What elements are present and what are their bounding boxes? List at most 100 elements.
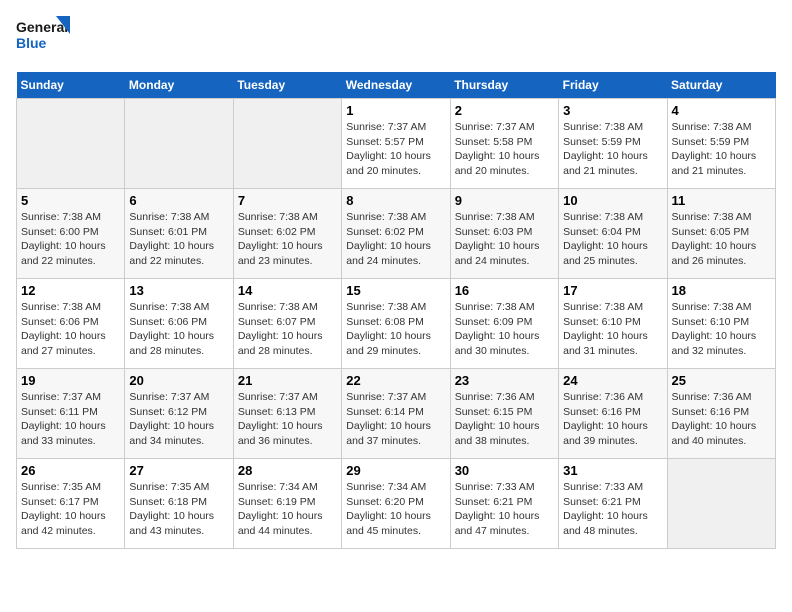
calendar-cell: 5Sunrise: 7:38 AM Sunset: 6:00 PM Daylig…: [17, 189, 125, 279]
weekday-header-saturday: Saturday: [667, 72, 775, 99]
weekday-header-tuesday: Tuesday: [233, 72, 341, 99]
day-number: 7: [238, 193, 337, 208]
day-info: Sunrise: 7:37 AM Sunset: 5:57 PM Dayligh…: [346, 120, 445, 179]
day-number: 28: [238, 463, 337, 478]
calendar-cell: 15 Sunrise: 7:38 AM Sunset: 6:08 PM Dayli…: [342, 279, 450, 369]
day-number: 27: [129, 463, 228, 478]
day-number: 23: [455, 373, 554, 388]
day-number: 25: [672, 373, 771, 388]
svg-text:Blue: Blue: [16, 35, 47, 51]
calendar-cell: 30Sunrise: 7:33 AM Sunset: 6:21 PM Dayli…: [450, 459, 558, 549]
day-info: Sunrise: 7:35 AM Sunset: 6:17 PM Dayligh…: [21, 480, 120, 539]
calendar-cell: 3 Sunrise: 7:38 AM Sunset: 5:59 PM Daylig…: [559, 99, 667, 189]
calendar-cell: 24 Sunrise: 7:36 AM Sunset: 6:16 PM Dayli…: [559, 369, 667, 459]
calendar-cell: 2Sunrise: 7:37 AM Sunset: 5:58 PM Daylig…: [450, 99, 558, 189]
header: GeneralBlue: [16, 16, 776, 60]
day-number: 17: [563, 283, 662, 298]
calendar-cell: 22Sunrise: 7:37 AM Sunset: 6:14 PM Dayli…: [342, 369, 450, 459]
day-info: Sunrise: 7:38 AM Sunset: 6:02 PM Dayligh…: [238, 210, 337, 269]
week-row-3: 19 Sunrise: 7:37 AM Sunset: 6:11 PM Dayli…: [17, 369, 776, 459]
day-info: Sunrise: 7:38 AM Sunset: 6:04 PM Dayligh…: [563, 210, 662, 269]
weekday-header-friday: Friday: [559, 72, 667, 99]
day-number: 3: [563, 103, 662, 118]
day-number: 13: [129, 283, 228, 298]
calendar-cell: [667, 459, 775, 549]
day-info: Sunrise: 7:38 AM Sunset: 5:59 PM Dayligh…: [672, 120, 771, 179]
day-number: 4: [672, 103, 771, 118]
day-info: Sunrise: 7:38 AM Sunset: 6:01 PM Dayligh…: [129, 210, 228, 269]
day-info: Sunrise: 7:38 AM Sunset: 6:00 PM Dayligh…: [21, 210, 120, 269]
day-info: Sunrise: 7:34 AM Sunset: 6:19 PM Dayligh…: [238, 480, 337, 539]
day-number: 9: [455, 193, 554, 208]
calendar-cell: 10Sunrise: 7:38 AM Sunset: 6:04 PM Dayli…: [559, 189, 667, 279]
calendar-cell: 20 Sunrise: 7:37 AM Sunset: 6:12 PM Dayli…: [125, 369, 233, 459]
day-number: 21: [238, 373, 337, 388]
day-info: Sunrise: 7:38 AM Sunset: 6:02 PM Dayligh…: [346, 210, 445, 269]
weekday-header-monday: Monday: [125, 72, 233, 99]
day-info: Sunrise: 7:38 AM Sunset: 6:05 PM Dayligh…: [672, 210, 771, 269]
calendar-cell: 21Sunrise: 7:37 AM Sunset: 6:13 PM Dayli…: [233, 369, 341, 459]
calendar-cell: 9 Sunrise: 7:38 AM Sunset: 6:03 PM Daylig…: [450, 189, 558, 279]
day-info: Sunrise: 7:38 AM Sunset: 6:10 PM Dayligh…: [563, 300, 662, 359]
calendar-cell: 26Sunrise: 7:35 AM Sunset: 6:17 PM Dayli…: [17, 459, 125, 549]
day-info: Sunrise: 7:38 AM Sunset: 6:06 PM Dayligh…: [129, 300, 228, 359]
day-info: Sunrise: 7:38 AM Sunset: 6:08 PM Dayligh…: [346, 300, 445, 359]
calendar-cell: 17 Sunrise: 7:38 AM Sunset: 6:10 PM Dayli…: [559, 279, 667, 369]
day-info: Sunrise: 7:33 AM Sunset: 6:21 PM Dayligh…: [563, 480, 662, 539]
calendar-cell: 28 Sunrise: 7:34 AM Sunset: 6:19 PM Dayli…: [233, 459, 341, 549]
week-row-0: 1 Sunrise: 7:37 AM Sunset: 5:57 PM Daylig…: [17, 99, 776, 189]
weekday-header-thursday: Thursday: [450, 72, 558, 99]
day-info: Sunrise: 7:38 AM Sunset: 5:59 PM Dayligh…: [563, 120, 662, 179]
calendar-header: SundayMondayTuesdayWednesdayThursdayFrid…: [17, 72, 776, 99]
day-number: 1: [346, 103, 445, 118]
day-number: 29: [346, 463, 445, 478]
day-number: 31: [563, 463, 662, 478]
week-row-2: 12 Sunrise: 7:38 AM Sunset: 6:06 PM Dayli…: [17, 279, 776, 369]
day-info: Sunrise: 7:37 AM Sunset: 5:58 PM Dayligh…: [455, 120, 554, 179]
calendar-cell: 8Sunrise: 7:38 AM Sunset: 6:02 PM Daylig…: [342, 189, 450, 279]
day-info: Sunrise: 7:38 AM Sunset: 6:06 PM Dayligh…: [21, 300, 120, 359]
calendar-table: SundayMondayTuesdayWednesdayThursdayFrid…: [16, 72, 776, 549]
calendar-cell: 16Sunrise: 7:38 AM Sunset: 6:09 PM Dayli…: [450, 279, 558, 369]
day-number: 14: [238, 283, 337, 298]
calendar-cell: [233, 99, 341, 189]
day-number: 12: [21, 283, 120, 298]
calendar-cell: 27 Sunrise: 7:35 AM Sunset: 6:18 PM Dayli…: [125, 459, 233, 549]
weekday-header-wednesday: Wednesday: [342, 72, 450, 99]
day-number: 24: [563, 373, 662, 388]
day-info: Sunrise: 7:38 AM Sunset: 6:03 PM Dayligh…: [455, 210, 554, 269]
week-row-4: 26Sunrise: 7:35 AM Sunset: 6:17 PM Dayli…: [17, 459, 776, 549]
day-number: 15: [346, 283, 445, 298]
calendar-cell: 31 Sunrise: 7:33 AM Sunset: 6:21 PM Dayli…: [559, 459, 667, 549]
calendar-cell: 6 Sunrise: 7:38 AM Sunset: 6:01 PM Daylig…: [125, 189, 233, 279]
day-number: 20: [129, 373, 228, 388]
day-info: Sunrise: 7:35 AM Sunset: 6:18 PM Dayligh…: [129, 480, 228, 539]
day-info: Sunrise: 7:37 AM Sunset: 6:12 PM Dayligh…: [129, 390, 228, 449]
calendar-cell: 7 Sunrise: 7:38 AM Sunset: 6:02 PM Daylig…: [233, 189, 341, 279]
logo: GeneralBlue: [16, 16, 76, 60]
day-number: 18: [672, 283, 771, 298]
day-info: Sunrise: 7:36 AM Sunset: 6:16 PM Dayligh…: [563, 390, 662, 449]
day-info: Sunrise: 7:37 AM Sunset: 6:14 PM Dayligh…: [346, 390, 445, 449]
calendar-cell: 29 Sunrise: 7:34 AM Sunset: 6:20 PM Dayli…: [342, 459, 450, 549]
day-info: Sunrise: 7:38 AM Sunset: 6:09 PM Dayligh…: [455, 300, 554, 359]
calendar-cell: 1 Sunrise: 7:37 AM Sunset: 5:57 PM Daylig…: [342, 99, 450, 189]
calendar-body: 1 Sunrise: 7:37 AM Sunset: 5:57 PM Daylig…: [17, 99, 776, 549]
day-info: Sunrise: 7:33 AM Sunset: 6:21 PM Dayligh…: [455, 480, 554, 539]
calendar-cell: 14Sunrise: 7:38 AM Sunset: 6:07 PM Dayli…: [233, 279, 341, 369]
week-row-1: 5Sunrise: 7:38 AM Sunset: 6:00 PM Daylig…: [17, 189, 776, 279]
calendar-cell: [17, 99, 125, 189]
calendar-cell: [125, 99, 233, 189]
calendar-cell: 23Sunrise: 7:36 AM Sunset: 6:15 PM Dayli…: [450, 369, 558, 459]
day-number: 19: [21, 373, 120, 388]
calendar-cell: 25 Sunrise: 7:36 AM Sunset: 6:16 PM Dayli…: [667, 369, 775, 459]
calendar-cell: 18 Sunrise: 7:38 AM Sunset: 6:10 PM Dayli…: [667, 279, 775, 369]
logo-svg: GeneralBlue: [16, 16, 76, 60]
day-info: Sunrise: 7:34 AM Sunset: 6:20 PM Dayligh…: [346, 480, 445, 539]
day-info: Sunrise: 7:38 AM Sunset: 6:10 PM Dayligh…: [672, 300, 771, 359]
day-number: 6: [129, 193, 228, 208]
weekday-header-row: SundayMondayTuesdayWednesdayThursdayFrid…: [17, 72, 776, 99]
day-info: Sunrise: 7:36 AM Sunset: 6:16 PM Dayligh…: [672, 390, 771, 449]
calendar-cell: 13 Sunrise: 7:38 AM Sunset: 6:06 PM Dayli…: [125, 279, 233, 369]
day-info: Sunrise: 7:37 AM Sunset: 6:11 PM Dayligh…: [21, 390, 120, 449]
